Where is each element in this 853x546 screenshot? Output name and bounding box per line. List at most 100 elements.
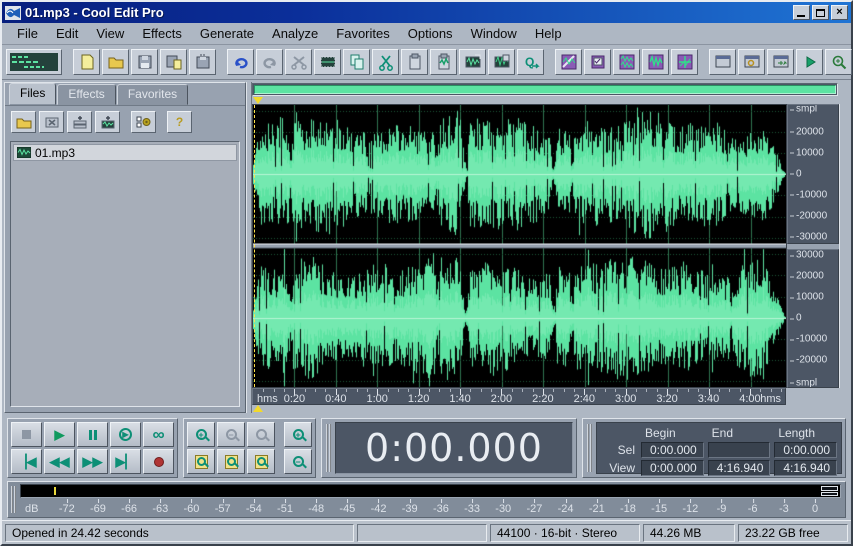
waveform-display[interactable] [252,104,787,388]
selection-view-grip[interactable] [587,424,592,472]
rewind-button[interactable]: ◀◀ [44,449,75,474]
panel-options-button[interactable] [131,111,156,133]
playhead-marker-top-icon[interactable] [253,97,263,104]
zoom-out-vertical-button[interactable]: − [284,449,312,474]
save-as-button[interactable] [160,49,187,75]
redo-button[interactable] [256,49,283,75]
cut-button[interactable] [372,49,399,75]
level-meter-panel[interactable]: dB -72-69-66-63-60-57-54-51-48-45-42-39-… [7,481,846,518]
menu-generate[interactable]: Generate [191,24,263,43]
menu-favorites[interactable]: Favorites [327,24,398,43]
cue-list-button[interactable] [709,49,736,75]
fast-forward-button[interactable]: ▶▶ [77,449,108,474]
tab-favorites[interactable]: Favorites [117,84,188,105]
zoom-out-button[interactable]: − [217,422,245,447]
menu-file[interactable]: File [8,24,47,43]
new-file-button[interactable] [73,49,100,75]
view-end-field[interactable]: 4:16.940 [708,460,771,476]
stop-button[interactable] [11,422,42,447]
panel-insert-multitrack-button[interactable] [67,111,92,133]
undo-button[interactable] [227,49,254,75]
zoom-window-button[interactable] [825,49,852,75]
menu-help[interactable]: Help [526,24,571,43]
file-list[interactable]: 01.mp3 [10,141,240,407]
playhead-marker-bottom-icon[interactable] [253,405,263,412]
paste-to-new-button[interactable] [430,49,457,75]
go-to-beginning-button[interactable]: ▕◀ [11,449,42,474]
sel-begin-field[interactable]: 0:00.000 [641,442,704,458]
bottom-marker-strip[interactable] [252,405,838,413]
minimize-button[interactable] [793,5,810,20]
panel-help-button[interactable]: ? [167,111,192,133]
view-begin-field[interactable]: 0:00.000 [641,460,704,476]
mix-paste-button[interactable] [459,49,486,75]
effect-wave-button-3[interactable] [671,49,698,75]
tab-effects[interactable]: Effects [57,84,115,105]
menu-view[interactable]: View [87,24,133,43]
timeline-ruler[interactable]: 0:200:401:001:201:402:002:202:403:003:20… [252,388,786,405]
open-file-button[interactable] [102,49,129,75]
edit-envelope-button[interactable] [555,49,582,75]
play-looped-button[interactable]: ▶ [110,422,141,447]
record-button[interactable] [143,449,174,474]
go-to-end-button[interactable]: ▶▏ [110,449,141,474]
file-name: 01.mp3 [35,146,75,160]
time-display-grip[interactable] [326,424,331,472]
panel-open-file-button[interactable] [11,111,36,133]
menu-window[interactable]: Window [462,24,526,43]
pause-button[interactable] [77,422,108,447]
zoom-to-right-edge-button[interactable] [247,449,275,474]
paste-button[interactable] [401,49,428,75]
maximize-button[interactable] [812,5,829,20]
sel-length-field[interactable]: 0:00.000 [774,442,837,458]
meter-db-label: -48 [308,503,324,515]
tab-files[interactable]: Files [9,83,56,105]
level-meter-bar[interactable] [20,484,841,498]
menu-edit[interactable]: Edit [47,24,87,43]
peak-indicator-boxes[interactable] [821,486,838,496]
menu-analyze[interactable]: Analyze [263,24,327,43]
menu-bar: FileEditViewEffectsGenerateAnalyzeFavori… [2,23,851,45]
title-bar[interactable]: 01.mp3 - Cool Edit Pro × [2,2,851,23]
save-selection-button[interactable] [189,49,216,75]
top-marker-strip[interactable] [252,96,838,104]
delete-selection-button[interactable] [285,49,312,75]
zoom-to-left-edge-button[interactable] [217,449,245,474]
file-list-item[interactable]: 01.mp3 [13,144,237,161]
effect-wave-button-1[interactable] [613,49,640,75]
loop-button[interactable]: ∞ [143,422,174,447]
panel-close-file-button[interactable] [39,111,64,133]
adjust-sample-rate-button[interactable]: Q [517,49,544,75]
channel-divider[interactable] [253,244,786,249]
select-entire-wave-button[interactable] [314,49,341,75]
sel-end-field[interactable] [708,442,771,458]
timeline-tick [315,389,316,392]
panel-insert-cd-button[interactable] [95,111,120,133]
convert-sample-type-button[interactable] [488,49,515,75]
effect-dialog-button[interactable] [584,49,611,75]
save-button[interactable] [131,49,158,75]
amplitude-ruler[interactable]: smpl20000100000-10000-20000-30000 300002… [787,104,839,388]
time-display[interactable]: 0:00.000 [335,422,573,474]
timeline-label: 0:20 [284,393,305,405]
playhead-cursor[interactable] [254,105,255,387]
zoom-in-vertical-button[interactable]: + [284,422,312,447]
play-window-button[interactable] [796,49,823,75]
zoom-full-button[interactable] [247,422,275,447]
overview-range[interactable] [254,85,836,94]
zoom-to-selection-button[interactable] [187,449,215,474]
file-info-button[interactable] [767,49,794,75]
effect-wave-button-2[interactable] [642,49,669,75]
app-icon[interactable] [5,6,21,20]
level-meter-grip[interactable] [11,486,16,513]
play-list-button[interactable] [738,49,765,75]
menu-effects[interactable]: Effects [133,24,191,43]
overview-scrollbar[interactable] [252,83,838,96]
multitrack-view-button[interactable] [6,49,62,75]
zoom-in-button[interactable]: + [187,422,215,447]
copy-button[interactable] [343,49,370,75]
play-button[interactable]: ▶ [44,422,75,447]
menu-options[interactable]: Options [399,24,462,43]
close-button[interactable]: × [831,5,848,20]
view-length-field[interactable]: 4:16.940 [774,460,837,476]
